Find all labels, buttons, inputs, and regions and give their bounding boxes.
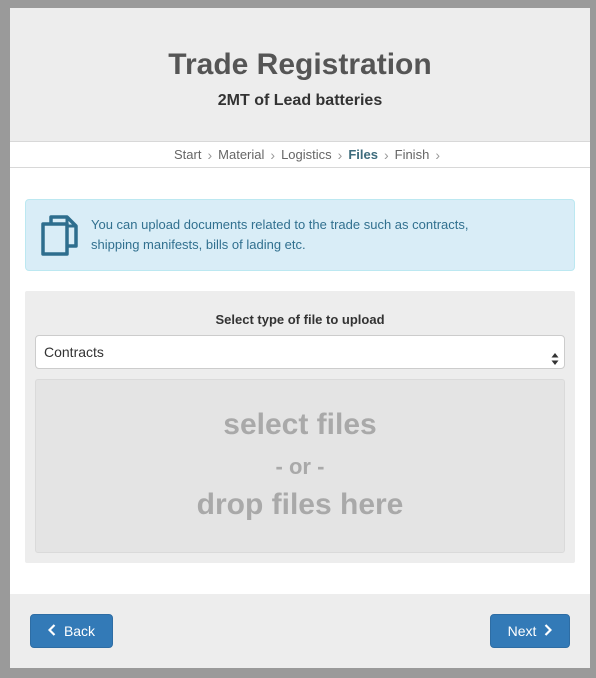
modal-header: Trade Registration 2MT of Lead batteries	[10, 8, 590, 141]
step-label: Files	[348, 147, 378, 162]
upload-panel: Select type of file to upload Contracts …	[25, 291, 575, 563]
step-label: Material	[218, 147, 265, 162]
file-type-selected-value: Contracts	[44, 344, 104, 360]
select-arrows-icon	[551, 345, 559, 365]
step-label: Finish	[394, 147, 430, 162]
info-alert-text: You can upload documents related to the …	[91, 215, 551, 255]
info-alert-line: You can upload documents related to the …	[91, 217, 469, 232]
step-start[interactable]: Start ›	[174, 147, 212, 163]
breadcrumb: Start › Material › Logistics › Files › F…	[10, 141, 590, 168]
modal-body: You can upload documents related to the …	[10, 169, 590, 594]
back-button-label: Back	[63, 623, 96, 639]
step-material[interactable]: Material ›	[218, 147, 275, 163]
chevron-right-icon: ›	[337, 146, 343, 163]
select-files-text: select files	[223, 408, 377, 441]
chevron-right-icon: ›	[435, 146, 440, 163]
page-subtitle: 2MT of Lead batteries	[217, 92, 383, 109]
chevron-right-icon	[544, 623, 553, 639]
modal-footer: Back Next	[10, 594, 590, 668]
file-type-select[interactable]: Contracts	[35, 335, 565, 369]
trade-registration-modal: Trade Registration 2MT of Lead batteries…	[10, 8, 590, 668]
step-logistics[interactable]: Logistics ›	[281, 147, 342, 163]
back-button[interactable]: Back	[30, 614, 113, 648]
info-alert-line: shipping manifests, bills of lading etc.	[91, 237, 306, 252]
page-title: Trade Registration	[168, 48, 432, 81]
step-finish[interactable]: Finish ›	[395, 147, 440, 163]
chevron-right-icon: ›	[207, 146, 213, 163]
chevron-right-icon: ›	[270, 146, 276, 163]
drop-files-text: drop files here	[196, 488, 404, 521]
info-alert: You can upload documents related to the …	[25, 199, 575, 271]
step-label: Start	[174, 147, 202, 162]
file-dropzone[interactable]: select files - or - drop files here	[35, 379, 565, 553]
documents-copy-icon	[40, 214, 80, 258]
next-button-label: Next	[507, 623, 537, 639]
chevron-right-icon: ›	[383, 146, 389, 163]
or-separator-text: - or -	[275, 454, 325, 479]
file-type-label: Select type of file to upload	[215, 312, 385, 327]
step-files[interactable]: Files ›	[348, 147, 388, 163]
next-button[interactable]: Next	[490, 614, 570, 648]
chevron-left-icon	[47, 623, 56, 639]
step-label: Logistics	[281, 147, 332, 162]
